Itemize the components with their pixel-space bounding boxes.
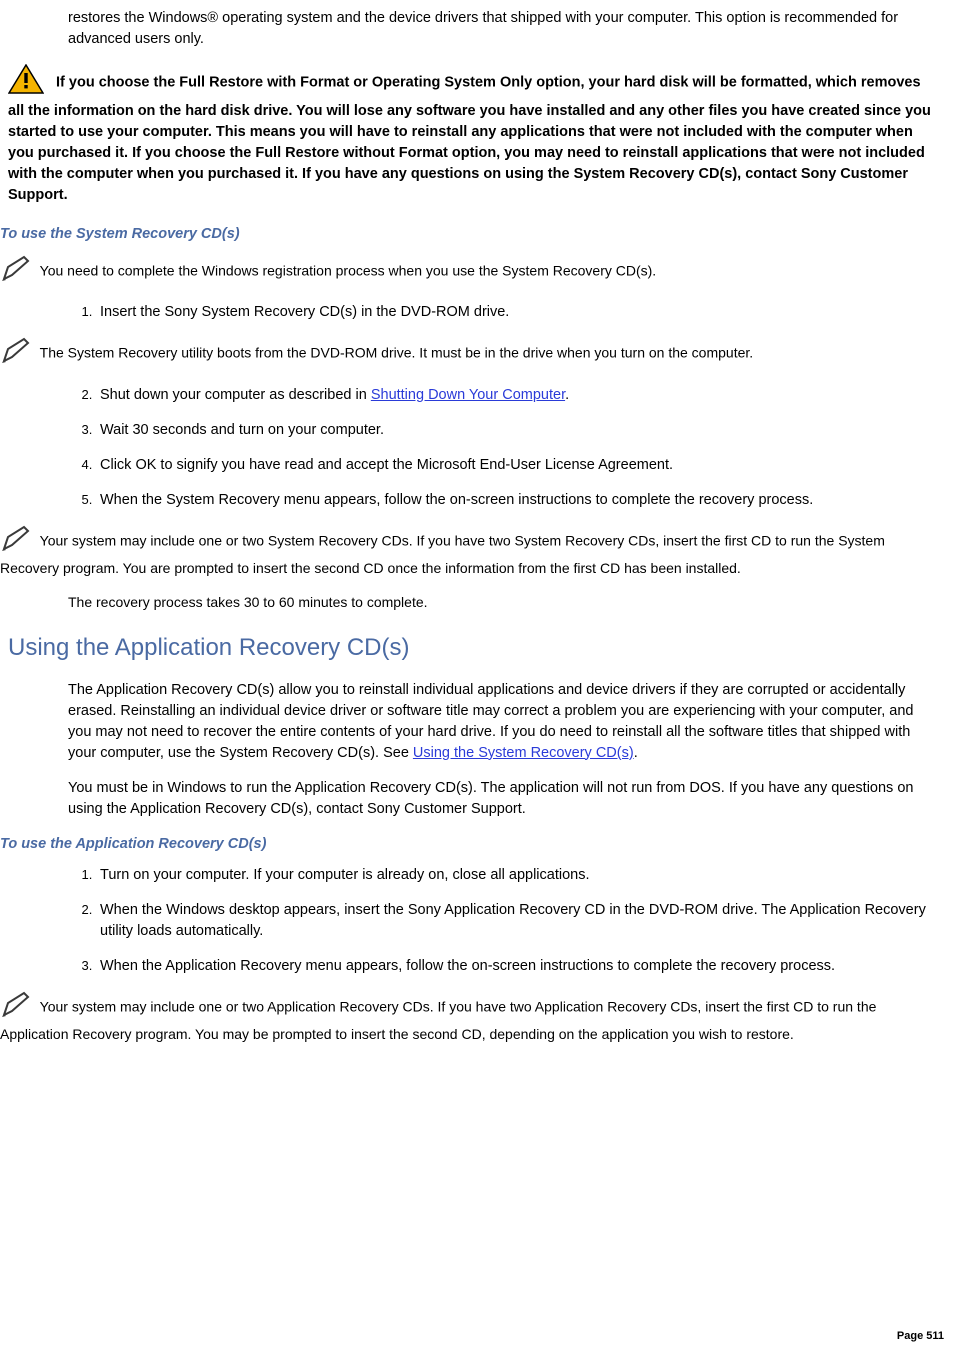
para-text-post: . [634, 745, 638, 761]
link-shutting-down[interactable]: Shutting Down Your Computer [371, 387, 565, 403]
step-text-post: . [565, 387, 569, 403]
pencil-note-icon [0, 255, 34, 288]
step-insert-app-cd: When the Windows desktop appears, insert… [96, 900, 932, 942]
pencil-note-icon [0, 991, 34, 1024]
note-text: Your system may include one or two Syste… [0, 532, 885, 576]
step-follow-menu: When the System Recovery menu appears, f… [96, 490, 932, 511]
procedure-heading-app-recovery: To use the Application Recovery CD(s) [0, 834, 944, 855]
step-turn-on: Turn on your computer. If your computer … [96, 865, 932, 886]
note-boot-from-dvd: The System Recovery utility boots from t… [0, 337, 938, 370]
procedure-list-1b: Shut down your computer as described in … [96, 385, 932, 511]
step-wait-30: Wait 30 seconds and turn on your compute… [96, 420, 932, 441]
step-shutdown: Shut down your computer as described in … [96, 385, 932, 406]
warning-text: If you choose the Full Restore with Form… [8, 74, 931, 203]
step-insert-cd: Insert the Sony System Recovery CD(s) in… [96, 302, 932, 323]
note-text: You need to complete the Windows registr… [40, 263, 657, 279]
procedure-list-1a: Insert the Sony System Recovery CD(s) in… [96, 302, 932, 323]
note-two-recovery-cds: Your system may include one or two Syste… [0, 525, 938, 579]
note-text: Your system may include one or two Appli… [0, 998, 876, 1042]
app-recovery-para2: You must be in Windows to run the Applic… [68, 778, 932, 820]
step-follow-app-menu: When the Application Recovery menu appea… [96, 956, 932, 977]
procedure-heading-system-recovery: To use the System Recovery CD(s) [0, 224, 944, 245]
procedure-list-2: Turn on your computer. If your computer … [96, 865, 932, 977]
intro-paragraph: restores the Windows® operating system a… [68, 8, 932, 50]
note-two-app-cds: Your system may include one or two Appli… [0, 991, 938, 1045]
page-number: Page 511 [897, 1329, 944, 1345]
warning-triangle-icon [8, 64, 44, 101]
intro-text: restores the Windows® operating system a… [68, 10, 898, 47]
section-heading-app-recovery: Using the Application Recovery CD(s) [8, 631, 944, 666]
warning-callout: If you choose the Full Restore with Form… [8, 64, 938, 206]
note-recovery-time: The recovery process takes 30 to 60 minu… [68, 592, 932, 612]
note-text: The System Recovery utility boots from t… [40, 345, 754, 361]
pencil-note-icon [0, 337, 34, 370]
step-click-ok: Click OK to signify you have read and ac… [96, 455, 932, 476]
link-system-recovery[interactable]: Using the System Recovery CD(s) [413, 745, 634, 761]
note-windows-registration: You need to complete the Windows registr… [0, 255, 938, 288]
step-text-pre: Shut down your computer as described in [100, 387, 371, 403]
pencil-note-icon [0, 525, 34, 558]
app-recovery-para1: The Application Recovery CD(s) allow you… [68, 680, 932, 764]
